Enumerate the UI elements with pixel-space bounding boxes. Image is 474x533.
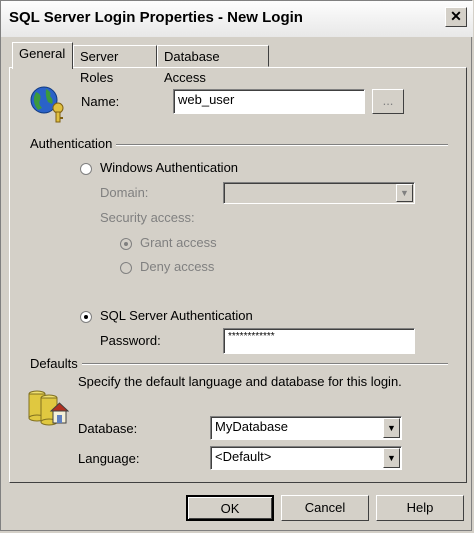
authentication-group-label: Authentication xyxy=(30,136,117,151)
sql-auth-radio[interactable] xyxy=(80,311,92,323)
title-bar[interactable]: SQL Server Login Properties - New Login … xyxy=(1,1,473,37)
domain-label: Domain: xyxy=(100,185,149,200)
login-globe-key-icon xyxy=(30,86,64,123)
language-value: <Default> xyxy=(215,449,272,464)
help-button[interactable]: Help xyxy=(376,495,464,521)
tab-general-label: General xyxy=(19,46,66,61)
ok-button[interactable]: OK xyxy=(186,495,274,521)
tab-server-roles[interactable]: Server Roles xyxy=(73,45,157,85)
language-dropdown-arrow-icon[interactable]: ▼ xyxy=(383,448,400,468)
tab-database-access[interactable]: Database Access xyxy=(157,45,269,85)
windows-auth-radio[interactable] xyxy=(80,163,92,175)
name-input[interactable]: web_user xyxy=(173,89,365,114)
database-select[interactable]: MyDatabase ▼ xyxy=(210,416,402,440)
deny-access-radio[interactable] xyxy=(120,262,132,274)
defaults-group-label: Defaults xyxy=(30,356,82,371)
password-input[interactable]: ************ xyxy=(223,328,415,354)
close-button[interactable]: ✕ xyxy=(445,7,467,27)
security-access-label: Security access: xyxy=(100,210,195,225)
window-title: SQL Server Login Properties - New Login xyxy=(9,9,303,26)
cancel-button[interactable]: Cancel xyxy=(281,495,369,521)
grant-access-radio[interactable] xyxy=(120,238,132,250)
language-select[interactable]: <Default> ▼ xyxy=(210,446,402,470)
login-properties-dialog: SQL Server Login Properties - New Login … xyxy=(0,0,473,531)
password-label: Password: xyxy=(100,333,161,348)
database-dropdown-arrow-icon[interactable]: ▼ xyxy=(383,418,400,438)
windows-auth-label: Windows Authentication xyxy=(100,160,239,175)
domain-select[interactable]: ▼ xyxy=(223,182,415,204)
defaults-description: Specify the default language and databas… xyxy=(78,374,402,389)
tab-general[interactable]: General xyxy=(12,42,73,69)
browse-button[interactable]: ... xyxy=(372,89,404,114)
database-value: MyDatabase xyxy=(215,419,288,434)
defaults-divider xyxy=(30,363,448,365)
grant-access-label: Grant access xyxy=(140,235,217,250)
general-panel: Name: web_user ... Authentication Window… xyxy=(9,67,467,483)
name-label: Name: xyxy=(81,94,120,109)
domain-dropdown-arrow-icon[interactable]: ▼ xyxy=(396,184,413,202)
deny-access-label: Deny access xyxy=(140,259,215,274)
sql-auth-label: SQL Server Authentication xyxy=(100,308,253,323)
language-label: Language: xyxy=(78,451,140,466)
database-cylinders-icon xyxy=(28,390,69,426)
database-label: Database: xyxy=(78,421,138,436)
